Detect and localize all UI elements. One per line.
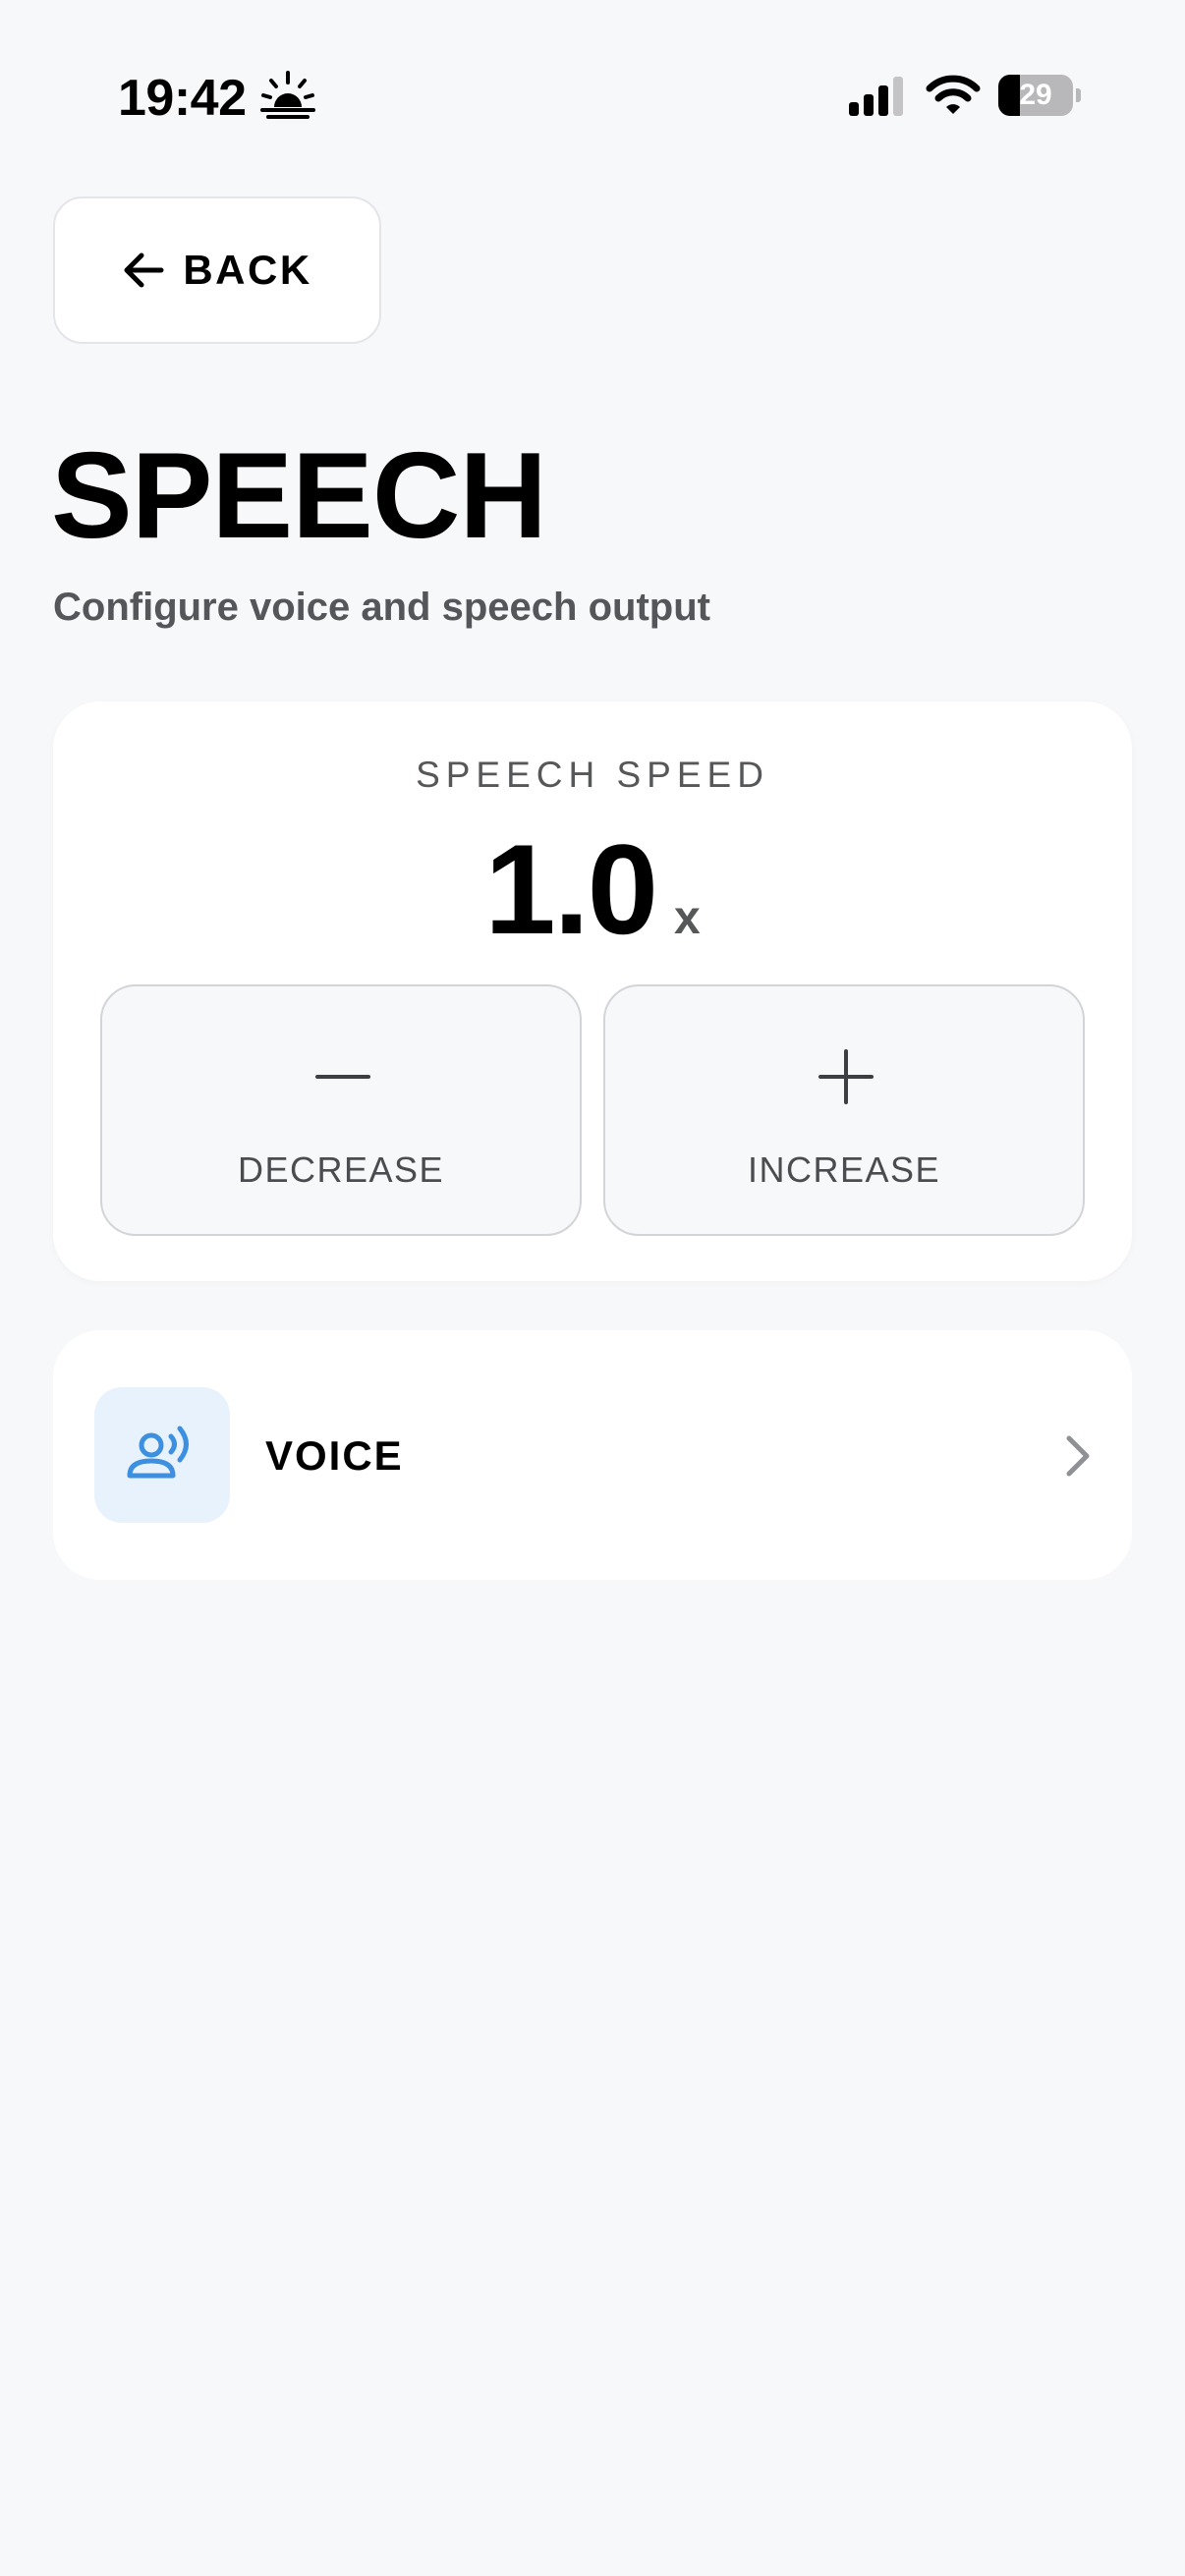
speech-speed-readout: 1.0 x xyxy=(53,815,1132,963)
minus-icon xyxy=(315,1075,370,1079)
sunrise-icon xyxy=(260,71,315,119)
decrease-button[interactable]: DECREASE xyxy=(100,984,582,1236)
chevron-right-icon xyxy=(1066,1435,1090,1477)
cellular-signal-icon xyxy=(849,77,903,116)
speech-speed-value: 1.0 xyxy=(484,817,658,961)
battery-body: 29 xyxy=(998,75,1073,116)
increase-button[interactable]: INCREASE xyxy=(603,984,1085,1236)
voice-row[interactable]: VOICE xyxy=(53,1330,1132,1580)
increase-label: INCREASE xyxy=(747,1149,941,1190)
battery-tip xyxy=(1076,88,1081,102)
page-title: SPEECH xyxy=(51,428,547,564)
back-label: BACK xyxy=(183,247,312,293)
voice-icon-tile xyxy=(94,1387,230,1523)
status-time: 19:42 xyxy=(118,70,247,127)
plus-icon xyxy=(818,1049,874,1104)
page-subtitle: Configure voice and speech output xyxy=(53,586,710,629)
battery-level: 29 xyxy=(1019,79,1052,111)
voice-label: VOICE xyxy=(265,1432,404,1479)
back-button[interactable]: BACK xyxy=(53,196,381,344)
speech-speed-card: SPEECH SPEED 1.0 x DECREASE INCREASE xyxy=(53,701,1132,1281)
speech-speed-unit: x xyxy=(674,892,701,944)
battery-icon: 29 xyxy=(998,75,1081,116)
speech-speed-label: SPEECH SPEED xyxy=(416,755,769,795)
decrease-label: DECREASE xyxy=(237,1149,445,1190)
arrow-left-icon xyxy=(124,252,164,288)
wifi-icon xyxy=(926,75,981,114)
speaking-person-icon xyxy=(127,1426,189,1479)
status-bar: 19:42 29 xyxy=(0,0,1185,196)
